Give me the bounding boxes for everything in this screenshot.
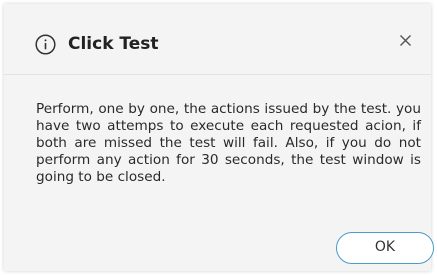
close-icon (400, 35, 411, 46)
ok-button[interactable]: OK (336, 232, 434, 264)
click-test-dialog: Click Test Perform, one by one, the acti… (4, 4, 434, 271)
close-button[interactable] (395, 30, 417, 52)
dialog-header: Click Test (4, 4, 431, 76)
dialog-title: Click Test (68, 34, 159, 54)
info-icon (35, 34, 56, 55)
header-divider (4, 74, 431, 75)
dialog-message: Perform, one by one, the actions issued … (36, 101, 421, 185)
